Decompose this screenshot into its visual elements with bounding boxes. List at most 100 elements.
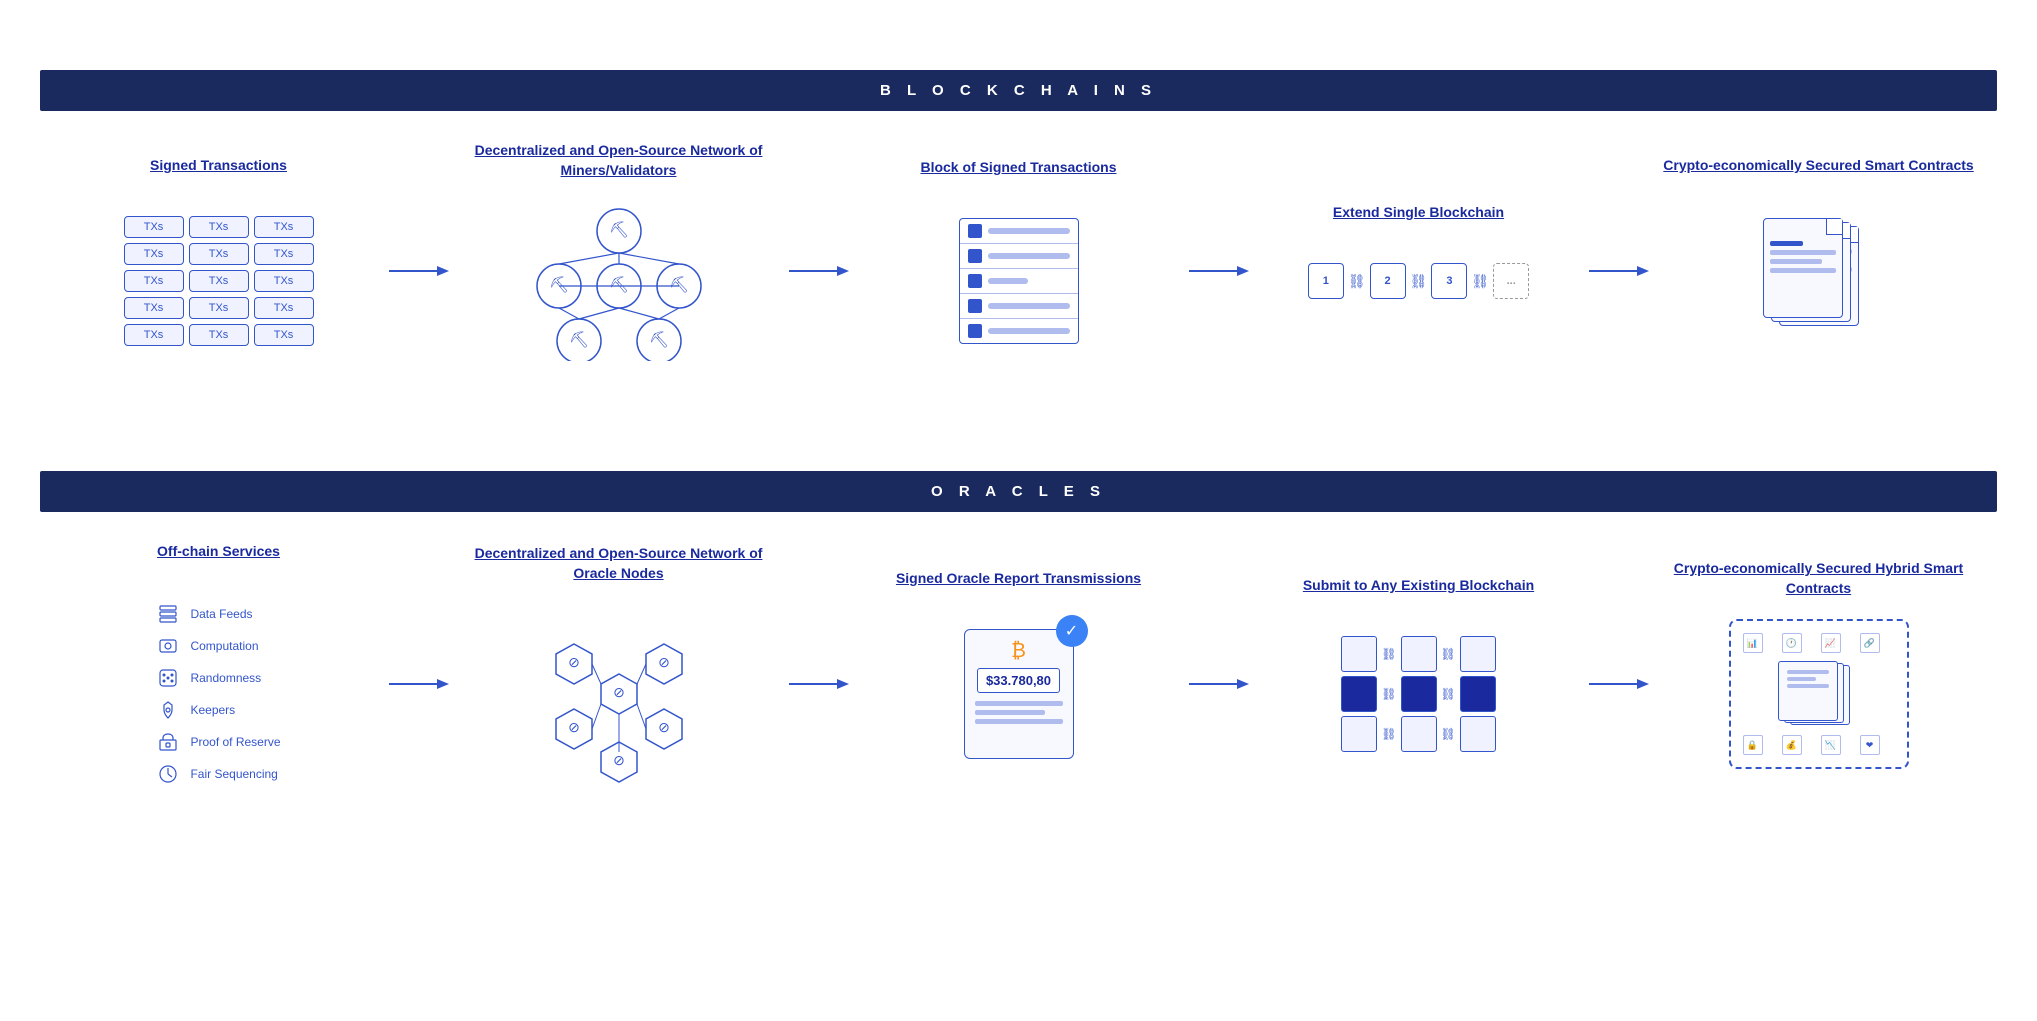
svg-text:⊘: ⊘ [658, 654, 670, 670]
oracle-network-item: Decentralized and Open-Source Network of… [459, 544, 779, 784]
hybrid-contracts-item: Crypto-economically Secured Hybrid Smart… [1659, 559, 1979, 769]
keepers-icon [156, 698, 180, 722]
arrow-3 [1179, 221, 1259, 281]
txs-box: TXs [254, 270, 314, 292]
oracles-section: O R A C L E S Off-chain Services Data Fe… [0, 441, 2037, 836]
submit-cell [1341, 716, 1377, 752]
arrow-2 [779, 221, 859, 281]
block-line [988, 328, 1070, 334]
arrow-icon [1189, 261, 1249, 281]
miner-network-item: Decentralized and Open-Source Network of… [459, 141, 779, 361]
oracle-check-badge: ✓ [1056, 615, 1088, 647]
submit-row-3: ⛓ ⛓ [1341, 716, 1495, 752]
service-fair-sequencing: Fair Sequencing [156, 762, 280, 786]
check-icon: ✓ [1065, 621, 1078, 641]
chain-block-2: 2 [1370, 263, 1406, 299]
offchain-services-item: Off-chain Services Data Feeds [59, 542, 379, 786]
txs-box: TXs [124, 216, 184, 238]
svg-text:⊘: ⊘ [613, 684, 625, 700]
extend-blockchain-title: Extend Single Blockchain [1333, 203, 1504, 243]
oracle-report-lines [975, 701, 1063, 724]
chain-block-3: 3 [1431, 263, 1467, 299]
service-label: Keepers [190, 703, 235, 717]
blockchains-section: B L O C K C H A I N S Signed Transaction… [0, 40, 2037, 411]
submit-cell [1460, 636, 1496, 672]
arrow-icon [789, 261, 849, 281]
hybrid-icons-top: 📊 🕐 📈 🔗 [1743, 633, 1895, 653]
txs-box: TXs [254, 216, 314, 238]
report-line [975, 719, 1063, 724]
block-row [960, 269, 1078, 294]
svg-text:⊘: ⊘ [568, 719, 580, 735]
chain-link-icon: ⛓ [1471, 273, 1489, 290]
block-signed-title: Block of Signed Transactions [920, 158, 1116, 198]
extend-blockchain-item: Extend Single Blockchain 1 ⛓ 2 ⛓ 3 ⛓ ... [1259, 203, 1579, 299]
arrow-icon [389, 261, 449, 281]
block-square [968, 274, 982, 288]
oracle-price-label: $33.780,80 [977, 668, 1060, 693]
arrow-icon [1189, 674, 1249, 694]
hybrid-icon: ❤ [1860, 735, 1880, 755]
oracle-network-title: Decentralized and Open-Source Network of… [459, 544, 779, 584]
block-line [988, 253, 1070, 259]
submit-blockchain-title: Submit to Any Existing Blockchain [1303, 576, 1534, 616]
bitcoin-icon: ₿ [1011, 640, 1026, 663]
blockchains-header: B L O C K C H A I N S [40, 70, 1997, 111]
block-square [968, 224, 982, 238]
fair-sequencing-icon [156, 762, 180, 786]
oracles-diagram-row: Off-chain Services Data Feeds [0, 512, 2037, 816]
svg-text:⊘: ⊘ [658, 719, 670, 735]
svg-text:⊘: ⊘ [613, 752, 625, 768]
contract-page-1 [1763, 218, 1843, 318]
txs-box: TXs [254, 297, 314, 319]
txs-box: TXs [254, 243, 314, 265]
hybrid-contracts-visual: 📊 🕐 📈 🔗 🔒 [1729, 619, 1909, 769]
block-square [968, 249, 982, 263]
txs-box: TXs [189, 270, 249, 292]
txs-box: TXs [189, 243, 249, 265]
hybrid-icon: 🕐 [1782, 633, 1802, 653]
hybrid-icon: 📊 [1743, 633, 1763, 653]
txs-grid: TXs TXs TXs TXs TXs TXs TXs TXs TXs TXs … [124, 216, 314, 346]
contracts-stack [1759, 216, 1879, 346]
arrow-7 [1179, 634, 1259, 694]
arrow-1 [379, 221, 459, 281]
hybrid-icon: 📉 [1821, 735, 1841, 755]
svg-text:⛏: ⛏ [648, 331, 668, 349]
svg-text:⛏: ⛏ [548, 276, 568, 294]
oracles-header: O R A C L E S [40, 471, 1997, 512]
txs-box: TXs [189, 324, 249, 346]
chain-link-icon: ⛓ [1410, 273, 1428, 290]
signed-transactions-title: Signed Transactions [150, 156, 287, 196]
submit-cell-dark [1460, 676, 1496, 712]
hybrid-icon: 🔒 [1743, 735, 1763, 755]
txs-box: TXs [124, 297, 184, 319]
chain-block-4: ... [1493, 263, 1529, 299]
arrow-icon [1589, 261, 1649, 281]
submit-cell [1401, 636, 1437, 672]
proof-of-reserve-icon [156, 730, 180, 754]
submit-row-1: ⛓ ⛓ [1341, 636, 1495, 672]
hybrid-icon: 💰 [1782, 735, 1802, 755]
miner-network-title: Decentralized and Open-Source Network of… [459, 141, 779, 181]
submit-cell-dark [1401, 676, 1437, 712]
txs-box: TXs [254, 324, 314, 346]
svg-text:⛏: ⛏ [608, 276, 628, 294]
chain-container: 1 ⛓ 2 ⛓ 3 ⛓ ... [1308, 263, 1529, 299]
txs-box: TXs [124, 270, 184, 292]
submit-row-2: ⛓ ⛓ [1341, 676, 1495, 712]
service-label: Data Feeds [190, 607, 252, 621]
blockchains-diagram-row: Signed Transactions TXs TXs TXs TXs TXs … [0, 111, 2037, 391]
signed-transactions-item: Signed Transactions TXs TXs TXs TXs TXs … [59, 156, 379, 346]
chain-link-icon: ⛓ [1348, 273, 1366, 290]
txs-box: TXs [124, 324, 184, 346]
submit-cell [1460, 716, 1496, 752]
block-line [988, 228, 1070, 234]
service-keepers: Keepers [156, 698, 280, 722]
submit-grid-container: ⛓ ⛓ ⛓ ⛓ ⛓ ⛓ [1341, 636, 1495, 752]
report-line [975, 710, 1045, 715]
block-square [968, 324, 982, 338]
block-line-short [988, 278, 1029, 284]
service-proof-of-reserve: Proof of Reserve [156, 730, 280, 754]
svg-text:⛏: ⛏ [668, 276, 688, 294]
